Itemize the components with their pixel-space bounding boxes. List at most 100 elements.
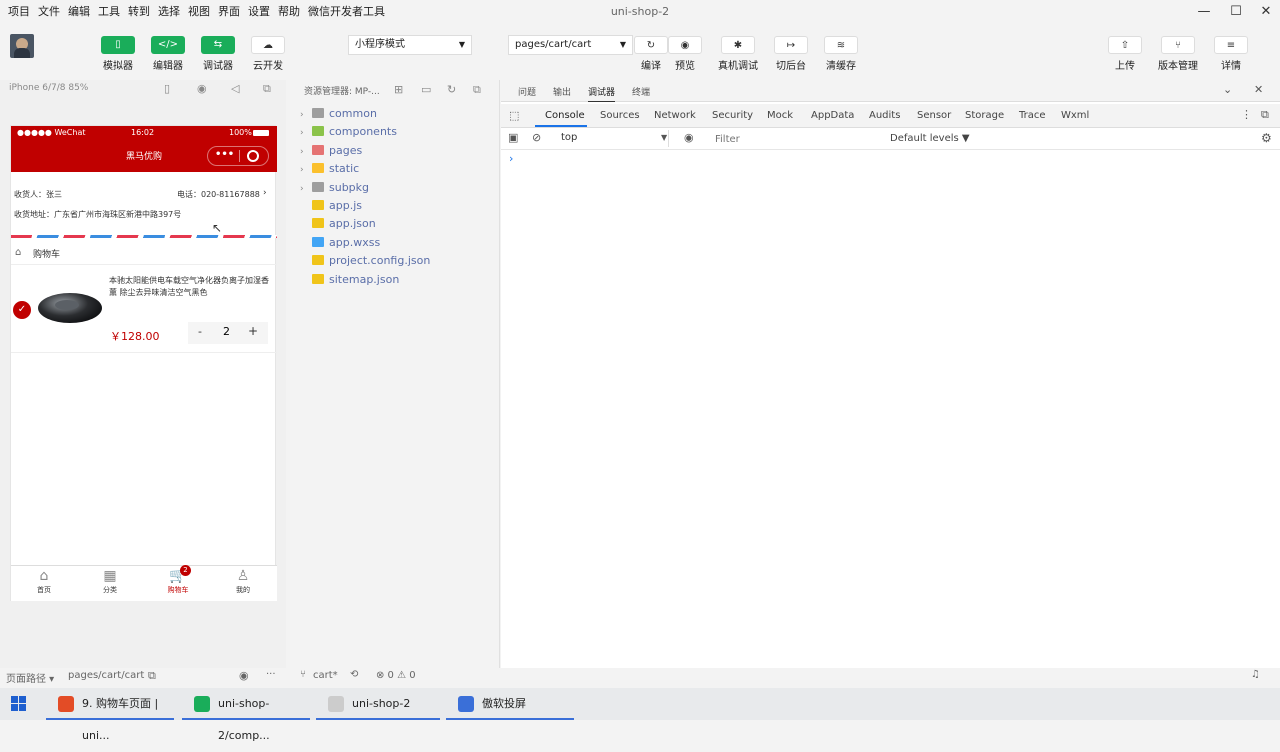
popout-icon[interactable]: ⧉ <box>263 82 271 96</box>
taskbar-app[interactable]: uni-shop-2 <box>316 688 440 720</box>
tab-trace[interactable]: Trace <box>1019 110 1046 121</box>
stop-icon[interactable]: ◉ <box>197 82 207 95</box>
remote-debug-button[interactable]: ✱ <box>721 36 755 54</box>
taskbar-app[interactable]: 傲软投屏 <box>446 688 574 720</box>
volume-icon[interactable]: ◁ <box>231 82 239 95</box>
tab-wxml[interactable]: Wxml <box>1061 110 1089 121</box>
tab-home[interactable]: ⌂ 首页 <box>27 568 61 595</box>
page-path-label[interactable]: 页面路径 ▾ <box>6 670 54 685</box>
tab-category[interactable]: ▦ 分类 <box>93 568 127 595</box>
tab-appdata[interactable]: AppData <box>811 110 854 121</box>
upload-button[interactable]: ⇧ <box>1108 36 1142 54</box>
tab-sources[interactable]: Sources <box>600 110 640 121</box>
preview-button[interactable]: ◉ <box>668 36 702 54</box>
taskbar-app[interactable]: 9. 购物车页面 | uni... <box>46 688 174 742</box>
simulator-toggle-button[interactable]: ▯ <box>101 36 135 54</box>
copy-icon[interactable]: ⧉ <box>148 669 156 683</box>
folder-item[interactable]: › static <box>300 160 359 178</box>
device-select[interactable]: iPhone 6/7/8 85% <box>9 83 88 93</box>
dock-icon[interactable]: ⧉ <box>1261 108 1269 122</box>
tab-terminal[interactable]: 终端 <box>632 85 650 98</box>
compile-button[interactable]: ↻ <box>634 36 668 54</box>
sidebar-toggle-icon[interactable]: ▣ <box>508 131 518 144</box>
gear-icon[interactable]: ⚙ <box>1261 131 1272 145</box>
bell-icon[interactable]: ♫ <box>1251 669 1260 680</box>
levels-select[interactable]: Default levels ▼ <box>890 133 970 144</box>
editor-toggle-button[interactable]: </> <box>151 36 185 54</box>
minimize-button[interactable]: — <box>1190 0 1218 24</box>
details-button[interactable]: ≡ <box>1214 36 1248 54</box>
folder-item[interactable]: › subpkg <box>300 179 369 197</box>
folder-item[interactable]: › components <box>300 123 397 141</box>
new-folder-icon[interactable]: ▭ <box>421 83 431 96</box>
file-item[interactable]: app.json <box>300 215 376 233</box>
clear-console-icon[interactable]: ⊘ <box>532 131 541 144</box>
tab-storage[interactable]: Storage <box>965 110 1004 121</box>
menu-select[interactable]: 选择 <box>158 0 180 24</box>
phone-icon[interactable]: ▯ <box>164 82 170 95</box>
tab-console[interactable]: Console <box>545 110 585 121</box>
menu-project[interactable]: 项目 <box>8 0 30 24</box>
plus-button[interactable]: + <box>248 324 258 338</box>
file-item[interactable]: project.config.json <box>300 252 430 270</box>
git-branch[interactable]: cart* <box>313 670 338 681</box>
taskbar-app[interactable]: uni-shop-2/comp... <box>182 688 310 742</box>
tab-security[interactable]: Security <box>712 110 753 121</box>
menu-view[interactable]: 视图 <box>188 0 210 24</box>
background-button[interactable]: ↦ <box>774 36 808 54</box>
menu-settings[interactable]: 设置 <box>248 0 270 24</box>
close-icon[interactable]: ✕ <box>1254 83 1263 96</box>
debugger-toggle-button[interactable]: ⇆ <box>201 36 235 54</box>
maximize-button[interactable]: ☐ <box>1222 0 1250 24</box>
windows-start-icon[interactable] <box>11 696 27 712</box>
item-checkbox[interactable]: ✓ <box>13 301 31 319</box>
more-icon[interactable]: ••• <box>215 149 234 160</box>
file-item[interactable]: sitemap.json <box>300 271 399 289</box>
console-prompt[interactable]: › <box>509 152 513 165</box>
context-select[interactable]: top ▼ <box>553 130 669 147</box>
menu-wechat-devtools[interactable]: 微信开发者工具 <box>308 0 385 24</box>
file-item[interactable]: app.wxss <box>300 234 380 252</box>
console-filter-input[interactable] <box>709 130 879 148</box>
more-icon[interactable]: ··· <box>266 669 276 680</box>
tab-sensor[interactable]: Sensor <box>917 110 951 121</box>
cloud-button[interactable]: ☁ <box>251 36 285 54</box>
eye-icon[interactable]: ◉ <box>239 669 249 682</box>
more-vert-icon[interactable]: ⋮ <box>1241 108 1252 121</box>
capsule-button[interactable]: ••• <box>207 146 269 166</box>
tab-output[interactable]: 输出 <box>553 85 571 98</box>
clear-cache-button[interactable]: ≋ <box>824 36 858 54</box>
menu-help[interactable]: 帮助 <box>278 0 300 24</box>
sync-icon[interactable]: ⟲ <box>350 669 358 680</box>
inspect-icon[interactable]: ⬚ <box>509 109 519 122</box>
tab-debugger[interactable]: 调试器 <box>588 85 616 102</box>
tab-problems[interactable]: 问题 <box>518 85 536 98</box>
minus-button[interactable]: - <box>198 325 202 338</box>
quantity-value[interactable]: 2 <box>223 325 230 338</box>
menu-edit[interactable]: 编辑 <box>68 0 90 24</box>
close-window-button[interactable]: ✕ <box>1252 0 1280 24</box>
mode-select[interactable]: 小程序模式 ▼ <box>348 35 472 55</box>
refresh-icon[interactable]: ↻ <box>447 83 456 96</box>
close-mini-icon[interactable] <box>247 150 259 162</box>
folder-item[interactable]: › pages <box>300 142 362 160</box>
tab-cart[interactable]: 🛒 购物车 2 <box>161 565 195 595</box>
tab-audits[interactable]: Audits <box>869 110 900 121</box>
folder-item[interactable]: › common <box>300 105 377 123</box>
menu-tools[interactable]: 工具 <box>98 0 120 24</box>
eye-icon[interactable]: ◉ <box>684 131 694 144</box>
tab-my[interactable]: ♙ 我的 <box>226 568 260 595</box>
file-item[interactable]: app.js <box>300 197 362 215</box>
chevron-right-icon[interactable]: › <box>263 188 267 198</box>
page-select[interactable]: pages/cart/cart ▼ <box>508 35 633 55</box>
version-button[interactable]: ⑂ <box>1161 36 1195 54</box>
menu-goto[interactable]: 转到 <box>128 0 150 24</box>
tab-network[interactable]: Network <box>654 110 696 121</box>
product-name[interactable]: 本驰太阳能供电车载空气净化器负离子加湿香薰 除尘去异味清洁空气黑色 <box>109 275 271 299</box>
avatar[interactable] <box>10 34 34 58</box>
problems-count[interactable]: ⊗ 0 ⚠ 0 <box>376 670 416 681</box>
menu-ui[interactable]: 界面 <box>218 0 240 24</box>
chevron-down-icon[interactable]: ⌄ <box>1223 83 1232 96</box>
tab-mock[interactable]: Mock <box>767 110 793 121</box>
product-image[interactable] <box>37 287 103 329</box>
